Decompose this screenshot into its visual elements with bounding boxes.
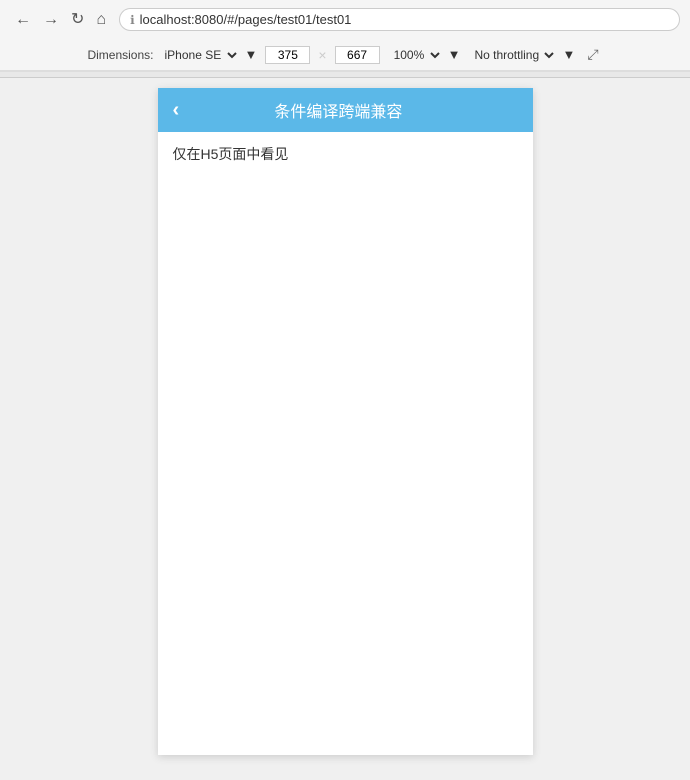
- mobile-page-title: 条件编译跨端兼容: [189, 98, 487, 122]
- mobile-back-button[interactable]: ‹: [173, 100, 180, 120]
- browser-chrome: ← → ↻ ⌂ ℹ localhost:8080/#/pages/test01/…: [0, 0, 690, 72]
- zoom-arrow: ▼: [448, 47, 461, 62]
- home-button[interactable]: ⌂: [91, 10, 111, 30]
- devtools-toolbar: Dimensions: iPhone SE ▼ × 100% ▼ No thro…: [0, 39, 690, 71]
- lock-icon: ℹ: [130, 13, 135, 27]
- url-text: localhost:8080/#/pages/test01/test01: [140, 12, 352, 27]
- mobile-frame: ‹ 条件编译跨端兼容 仅在H5页面中看见: [158, 88, 533, 755]
- back-button[interactable]: ←: [10, 10, 36, 30]
- ruler-area: [0, 72, 690, 78]
- dimensions-group: Dimensions: iPhone SE ▼: [87, 46, 257, 64]
- refresh-button[interactable]: ↻: [66, 10, 89, 30]
- browser-titlebar: ← → ↻ ⌂ ℹ localhost:8080/#/pages/test01/…: [0, 0, 690, 39]
- address-bar[interactable]: ℹ localhost:8080/#/pages/test01/test01: [119, 8, 680, 31]
- dimension-separator: ×: [318, 47, 326, 63]
- mobile-header: ‹ 条件编译跨端兼容: [158, 88, 533, 132]
- browser-content: ‹ 条件编译跨端兼容 仅在H5页面中看见: [0, 78, 690, 773]
- throttle-arrow: ▼: [562, 47, 575, 62]
- height-input[interactable]: [335, 46, 380, 64]
- device-select[interactable]: iPhone SE: [159, 46, 240, 64]
- nav-buttons: ← → ↻ ⌂: [10, 10, 111, 30]
- forward-button[interactable]: →: [38, 10, 64, 30]
- zoom-select[interactable]: 100%: [388, 46, 443, 64]
- dimensions-label: Dimensions:: [87, 48, 153, 62]
- width-input[interactable]: [265, 46, 310, 64]
- h5-only-text: 仅在H5页面中看见: [173, 146, 289, 162]
- throttle-select[interactable]: No throttling: [468, 46, 557, 64]
- throttle-group: No throttling ▼: [468, 46, 575, 64]
- zoom-group: 100% ▼: [388, 46, 461, 64]
- device-select-arrow: ▼: [245, 47, 258, 62]
- rotate-button[interactable]: ⤢: [583, 44, 602, 65]
- mobile-page-content: 仅在H5页面中看见: [158, 132, 533, 755]
